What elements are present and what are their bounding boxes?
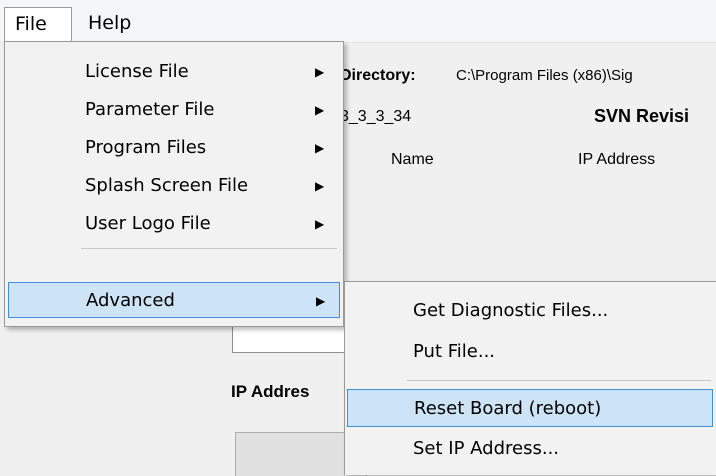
- column-header-name[interactable]: Name: [391, 151, 434, 169]
- menu-item-label: Put File...: [413, 341, 496, 362]
- menu-bar: File Help: [0, 0, 716, 43]
- submenu-arrow-icon: ▶: [315, 179, 325, 193]
- file-menu-dropdown: License File ▶ Parameter File ▶ Program …: [4, 41, 344, 327]
- submenu-arrow-icon: ▶: [315, 65, 325, 79]
- directory-value: C:\Program Files (x86)\Sig: [456, 67, 633, 84]
- menu-item-reset-board[interactable]: Reset Board (reboot): [347, 389, 713, 427]
- menu-item-program-files[interactable]: Program Files ▶: [8, 130, 340, 166]
- menu-item-label: Get Diagnostic Files...: [413, 300, 609, 321]
- menu-item-label: Set IP Address...: [413, 438, 560, 459]
- directory-label: Directory:: [340, 67, 416, 84]
- submenu-arrow-icon: ▶: [316, 294, 326, 308]
- menu-item-get-diagnostic-files[interactable]: Get Diagnostic Files...: [347, 292, 713, 330]
- menu-item-label: Advanced: [86, 290, 175, 311]
- menu-item-splash-screen-file[interactable]: Splash Screen File ▶: [8, 168, 340, 204]
- menu-item-label: Reset Board (reboot): [414, 398, 602, 419]
- menu-item-label: Parameter File: [85, 99, 215, 120]
- submenu-arrow-icon: ▶: [315, 141, 325, 155]
- menu-item-parameter-file[interactable]: Parameter File ▶: [8, 92, 340, 128]
- svn-revision-label: SVN Revisi: [594, 106, 690, 126]
- ip-address-label: IP Addres: [231, 382, 310, 401]
- menu-separator: [81, 248, 337, 249]
- menu-item-license-file[interactable]: License File ▶: [8, 54, 340, 90]
- menu-item-label: License File: [85, 61, 189, 82]
- menu-item-label: User Logo File: [85, 213, 211, 234]
- menu-help[interactable]: Help: [78, 7, 141, 42]
- version-value: 3_3_3_34: [340, 108, 412, 125]
- menu-item-label: Splash Screen File: [85, 175, 249, 196]
- menu-file[interactable]: File: [4, 7, 72, 42]
- column-header-ip-address[interactable]: IP Address: [578, 151, 655, 169]
- advanced-submenu: Get Diagnostic Files... Put File... Rese…: [344, 281, 716, 475]
- menu-item-set-ip-address[interactable]: Set IP Address...: [347, 430, 713, 468]
- menu-item-put-file[interactable]: Put File...: [347, 333, 713, 371]
- menu-item-advanced[interactable]: Advanced ▶: [8, 282, 340, 318]
- submenu-arrow-icon: ▶: [315, 217, 325, 231]
- menu-item-label: Program Files: [85, 137, 207, 158]
- submenu-arrow-icon: ▶: [315, 103, 325, 117]
- menu-separator: [407, 380, 711, 381]
- menu-item-user-logo-file[interactable]: User Logo File ▶: [8, 206, 340, 242]
